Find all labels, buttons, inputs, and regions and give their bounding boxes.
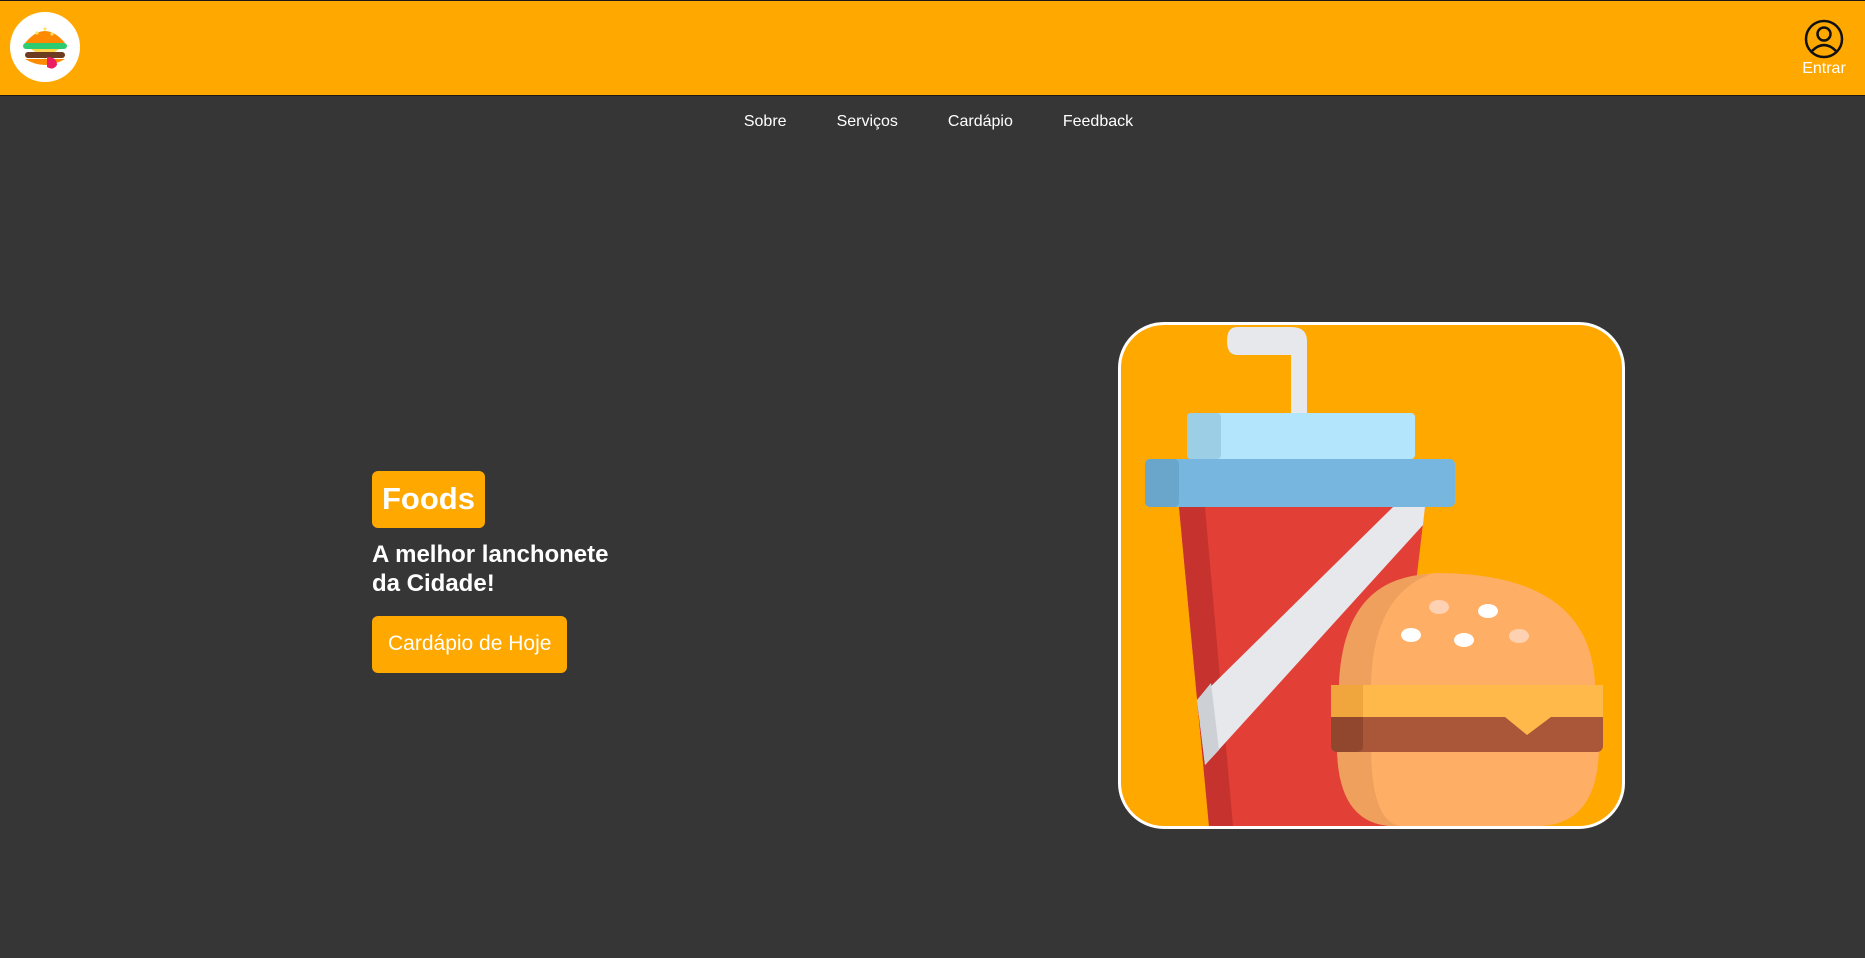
login-label: Entrar — [1802, 60, 1846, 77]
login-button[interactable]: Entrar — [1800, 19, 1848, 78]
nav-item-servicos[interactable]: Serviços — [837, 113, 898, 131]
main-nav: Sobre Serviços Cardápio Feedback — [0, 96, 1865, 148]
brand-badge: Foods — [372, 471, 485, 528]
hero-image — [1118, 322, 1625, 829]
top-bar: Entrar — [0, 0, 1865, 96]
nav-item-sobre[interactable]: Sobre — [744, 113, 787, 131]
user-circle-icon — [1804, 19, 1844, 59]
nav-item-cardapio[interactable]: Cardápio — [948, 113, 1013, 131]
burger-logo-icon[interactable] — [10, 12, 80, 82]
nav-item-feedback[interactable]: Feedback — [1063, 113, 1133, 131]
hero-text: Foods A melhor lanchonete da Cidade! Car… — [372, 471, 632, 673]
soda-and-burger-illustration — [1145, 327, 1603, 826]
hero-tagline: A melhor lanchonete da Cidade! — [372, 541, 609, 597]
menu-today-button[interactable]: Cardápio de Hoje — [372, 616, 568, 673]
